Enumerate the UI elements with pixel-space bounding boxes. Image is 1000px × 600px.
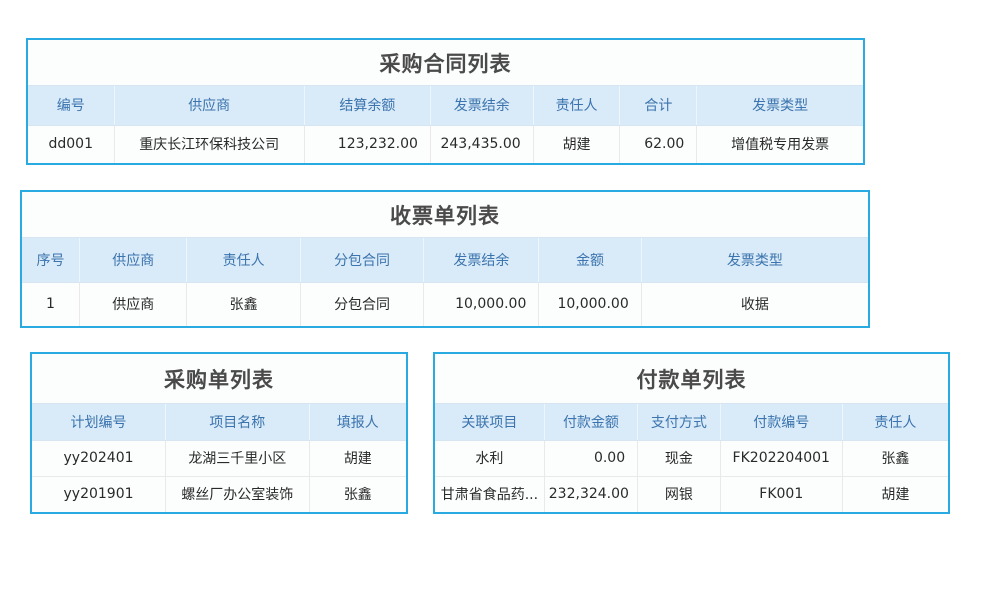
header-row: 计划编号 项目名称 填报人 (32, 404, 406, 440)
column-header: 分包合同 (300, 238, 424, 282)
cell-index: 1 (22, 282, 80, 326)
column-header: 责任人 (842, 404, 948, 440)
payment-grid: 关联项目 付款金额 支付方式 付款编号 责任人 水利 0.00 现金 FK202… (435, 404, 948, 512)
column-header: 编号 (28, 86, 114, 125)
column-header: 付款编号 (720, 404, 842, 440)
purchase-order-table: 采购单列表 计划编号 项目名称 填报人 yy202401 龙湖三千里小区 胡建 … (30, 352, 408, 514)
cell-total: 62.00 (620, 125, 697, 163)
payment-title: 付款单列表 (435, 354, 948, 404)
cell-payment-amount: 0.00 (544, 440, 637, 476)
cell-payment-code: FK001 (720, 476, 842, 512)
column-header: 填报人 (309, 404, 406, 440)
cell-reporter: 张鑫 (309, 476, 406, 512)
column-header: 付款金额 (544, 404, 637, 440)
cell-related-project: 水利 (435, 440, 544, 476)
cell-invoice-type: 收据 (641, 282, 868, 326)
cell-supplier: 重庆长江环保科技公司 (114, 125, 304, 163)
column-header: 供应商 (114, 86, 304, 125)
purchase-order-grid: 计划编号 项目名称 填报人 yy202401 龙湖三千里小区 胡建 yy2019… (32, 404, 406, 512)
cell-invoice-balance: 243,435.00 (430, 125, 533, 163)
cell-subcontract: 分包合同 (300, 282, 424, 326)
header-row: 编号 供应商 结算余额 发票结余 责任人 合计 发票类型 (28, 86, 863, 125)
cell-payment-method: 网银 (638, 476, 721, 512)
column-header: 支付方式 (638, 404, 721, 440)
column-header: 发票结余 (424, 238, 539, 282)
receipt-title: 收票单列表 (22, 192, 868, 238)
cell-responsible: 张鑫 (187, 282, 300, 326)
cell-project-name: 龙湖三千里小区 (166, 440, 310, 476)
column-header: 发票类型 (641, 238, 868, 282)
column-header: 关联项目 (435, 404, 544, 440)
column-header: 计划编号 (32, 404, 166, 440)
table-row[interactable]: dd001 重庆长江环保科技公司 123,232.00 243,435.00 胡… (28, 125, 863, 163)
cell-invoice-type: 增值税专用发票 (697, 125, 863, 163)
cell-responsible: 胡建 (842, 476, 948, 512)
cell-invoice-balance: 10,000.00 (424, 282, 539, 326)
cell-settlement-balance: 123,232.00 (304, 125, 430, 163)
cell-plan-code: yy202401 (32, 440, 166, 476)
purchase-contract-grid: 编号 供应商 结算余额 发票结余 责任人 合计 发票类型 dd001 重庆长江环… (28, 86, 863, 163)
table-row[interactable]: yy202401 龙湖三千里小区 胡建 (32, 440, 406, 476)
cell-responsible: 张鑫 (842, 440, 948, 476)
receipt-table: 收票单列表 序号 供应商 责任人 分包合同 发票结余 金额 发票类型 1 供应商… (20, 190, 870, 328)
purchase-order-title: 采购单列表 (32, 354, 406, 404)
column-header: 供应商 (80, 238, 187, 282)
column-header: 责任人 (187, 238, 300, 282)
cell-amount: 10,000.00 (539, 282, 641, 326)
table-row[interactable]: 甘肃省食品药... 232,324.00 网银 FK001 胡建 (435, 476, 948, 512)
cell-payment-amount: 232,324.00 (544, 476, 637, 512)
column-header: 结算余额 (304, 86, 430, 125)
cell-project-name: 螺丝厂办公室装饰 (166, 476, 310, 512)
cell-code: dd001 (28, 125, 114, 163)
cell-plan-code: yy201901 (32, 476, 166, 512)
header-row: 关联项目 付款金额 支付方式 付款编号 责任人 (435, 404, 948, 440)
column-header: 发票类型 (697, 86, 863, 125)
column-header: 责任人 (533, 86, 620, 125)
header-row: 序号 供应商 责任人 分包合同 发票结余 金额 发票类型 (22, 238, 868, 282)
column-header: 金额 (539, 238, 641, 282)
purchase-contract-table: 采购合同列表 编号 供应商 结算余额 发票结余 责任人 合计 发票类型 dd00… (26, 38, 865, 165)
cell-payment-method: 现金 (638, 440, 721, 476)
cell-related-project: 甘肃省食品药... (435, 476, 544, 512)
column-header: 项目名称 (166, 404, 310, 440)
column-header: 序号 (22, 238, 80, 282)
cell-supplier: 供应商 (80, 282, 187, 326)
payment-table: 付款单列表 关联项目 付款金额 支付方式 付款编号 责任人 水利 0.00 现金… (433, 352, 950, 514)
column-header: 发票结余 (430, 86, 533, 125)
table-row[interactable]: yy201901 螺丝厂办公室装饰 张鑫 (32, 476, 406, 512)
receipt-grid: 序号 供应商 责任人 分包合同 发票结余 金额 发票类型 1 供应商 张鑫 分包… (22, 238, 868, 326)
cell-responsible: 胡建 (533, 125, 620, 163)
table-row[interactable]: 水利 0.00 现金 FK202204001 张鑫 (435, 440, 948, 476)
purchase-contract-title: 采购合同列表 (28, 40, 863, 86)
cell-payment-code: FK202204001 (720, 440, 842, 476)
column-header: 合计 (620, 86, 697, 125)
cell-reporter: 胡建 (309, 440, 406, 476)
table-row[interactable]: 1 供应商 张鑫 分包合同 10,000.00 10,000.00 收据 (22, 282, 868, 326)
